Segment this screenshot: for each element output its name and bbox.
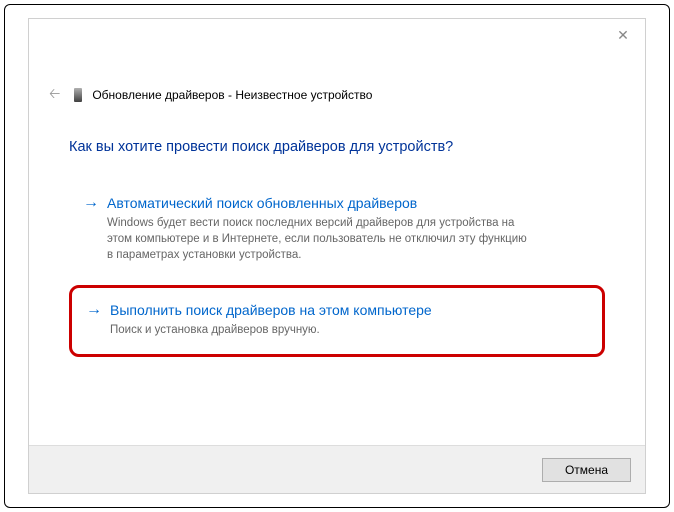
option-description: Поиск и установка драйверов вручную.: [110, 322, 530, 338]
header-row: 🡠 Обновление драйверов - Неизвестное уст…: [29, 81, 645, 109]
main-content: Как вы хотите провести поиск драйверов д…: [29, 109, 645, 357]
page-heading: Как вы хотите провести поиск драйверов д…: [69, 139, 605, 155]
option-description: Windows будет вести поиск последних верс…: [107, 215, 527, 263]
driver-update-dialog: ✕ 🡠 Обновление драйверов - Неизвестное у…: [28, 18, 646, 494]
option-body: Выполнить поиск драйверов на этом компью…: [110, 300, 588, 338]
option-title: Автоматический поиск обновленных драйвер…: [107, 193, 591, 213]
arrow-right-icon: →: [86, 300, 102, 320]
arrow-right-icon: →: [83, 193, 99, 213]
close-icon[interactable]: ✕: [613, 27, 633, 47]
header-title: Обновление драйверов - Неизвестное устро…: [92, 88, 372, 102]
titlebar: ✕: [29, 19, 645, 59]
option-browse-computer[interactable]: → Выполнить поиск драйверов на этом комп…: [69, 285, 605, 357]
cancel-button[interactable]: Отмена: [542, 458, 631, 482]
dialog-footer: Отмена: [29, 445, 645, 493]
option-title: Выполнить поиск драйверов на этом компью…: [110, 300, 588, 320]
back-arrow-icon[interactable]: 🡠: [45, 81, 64, 109]
option-body: Автоматический поиск обновленных драйвер…: [107, 193, 591, 263]
device-icon: [74, 88, 82, 102]
option-auto-search[interactable]: → Автоматический поиск обновленных драйв…: [69, 183, 605, 277]
